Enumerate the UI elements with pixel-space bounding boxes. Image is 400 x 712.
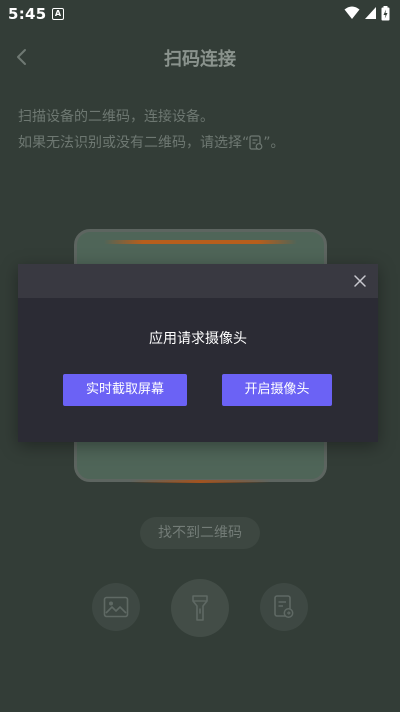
image-icon [103, 596, 129, 618]
album-button[interactable] [92, 583, 140, 631]
status-icons [344, 5, 390, 21]
capture-screen-button[interactable]: 实时截取屏幕 [63, 374, 187, 406]
dialog-message: 应用请求摄像头 [149, 331, 247, 347]
status-time: 5:45 [8, 5, 47, 23]
not-found-button[interactable]: 找不到二维码 [140, 517, 260, 549]
status-bar: 5:45 A [0, 0, 400, 28]
signal-icon [365, 7, 376, 19]
instruction-line-2-prefix: 如果无法识别或没有二维码，请选择“ [18, 135, 250, 151]
page-title: 扫码连接 [164, 49, 236, 70]
notification-icon: A [52, 8, 64, 20]
manual-entry-button[interactable] [260, 583, 308, 631]
scan-line-bottom [130, 480, 270, 483]
instruction-line-2: 如果无法识别或没有二维码，请选择“ ”。 [18, 132, 388, 154]
instruction-line-1: 扫描设备的二维码，连接设备。 [18, 109, 214, 125]
close-icon[interactable] [352, 273, 368, 289]
camera-permission-dialog: 应用请求摄像头 实时截取屏幕 开启摄像头 [18, 264, 378, 442]
battery-icon [381, 5, 390, 20]
wifi-icon [344, 6, 360, 19]
manual-entry-icon [249, 135, 263, 150]
flashlight-button[interactable] [171, 579, 229, 637]
flashlight-icon [192, 595, 208, 621]
dialog-header [18, 264, 378, 298]
scan-line [104, 240, 297, 244]
manual-entry-icon [274, 595, 294, 618]
open-camera-button[interactable]: 开启摄像头 [222, 374, 332, 406]
instruction-line-2-suffix: ”。 [263, 135, 285, 151]
